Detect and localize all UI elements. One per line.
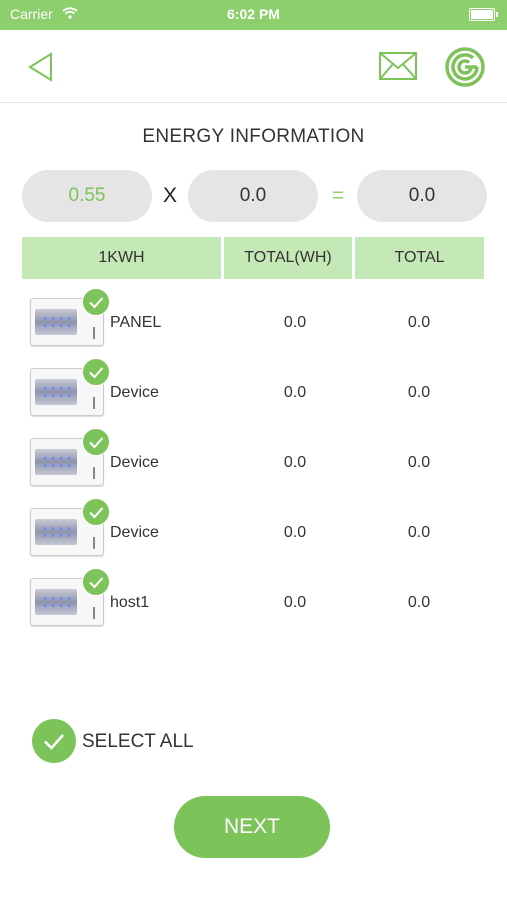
device-name: Device	[110, 524, 159, 541]
mail-icon	[379, 52, 417, 80]
column-header-total: TOTAL	[355, 237, 484, 279]
page-title: ENERGY INFORMATION	[142, 126, 365, 147]
total-value: 0.0	[407, 594, 431, 611]
column-header-total-wh: TOTAL(WH)	[224, 237, 352, 279]
device-name: Device	[110, 384, 159, 401]
mail-button[interactable]	[378, 48, 418, 84]
multiply-symbol: X	[162, 184, 177, 207]
row-check-icon[interactable]	[82, 358, 110, 386]
table-row[interactable]: host1 0.0 0.0	[0, 568, 507, 634]
total-value: 0.0	[407, 384, 431, 401]
table-row[interactable]: Device 0.0 0.0	[0, 428, 507, 494]
next-button[interactable]: NEXT	[174, 796, 330, 858]
device-name: Device	[110, 454, 159, 471]
total-wh-field: 0.0	[188, 170, 318, 222]
table-row[interactable]: Device 0.0 0.0	[0, 498, 507, 564]
result-field: 0.0	[357, 170, 487, 222]
row-check-icon[interactable]	[82, 498, 110, 526]
select-all-label: SELECT ALL	[82, 731, 194, 752]
table-row[interactable]: Device 0.0 0.0	[0, 358, 507, 424]
brand-logo-icon	[445, 47, 485, 87]
status-bar: Carrier 6:02 PM	[0, 0, 507, 30]
row-check-icon[interactable]	[82, 428, 110, 456]
brand-logo-button[interactable]	[445, 47, 485, 87]
column-header-1kwh: 1KWH	[22, 237, 221, 279]
clock: 6:02 PM	[227, 6, 280, 22]
row-check-icon[interactable]	[82, 288, 110, 316]
device-name: PANEL	[110, 314, 162, 331]
select-all-check-icon	[32, 719, 76, 763]
table-row[interactable]: PANEL 0.0 0.0	[0, 288, 507, 354]
total-wh-value: 0.0	[283, 594, 307, 611]
total-value: 0.0	[407, 314, 431, 331]
equals-symbol: =	[331, 184, 345, 207]
total-wh-value: 0.0	[283, 314, 307, 331]
total-wh-value: 0.0	[283, 454, 307, 471]
row-check-icon[interactable]	[82, 568, 110, 596]
nav-bar	[0, 30, 507, 103]
device-name: host1	[110, 594, 150, 611]
battery-icon	[469, 8, 498, 21]
back-button[interactable]	[24, 50, 58, 84]
total-value: 0.0	[407, 524, 431, 541]
total-wh-value: 0.0	[283, 524, 307, 541]
back-triangle-icon	[28, 52, 52, 82]
total-wh-value: 0.0	[283, 384, 307, 401]
rate-field[interactable]: 0.55	[22, 170, 152, 222]
total-value: 0.0	[407, 454, 431, 471]
